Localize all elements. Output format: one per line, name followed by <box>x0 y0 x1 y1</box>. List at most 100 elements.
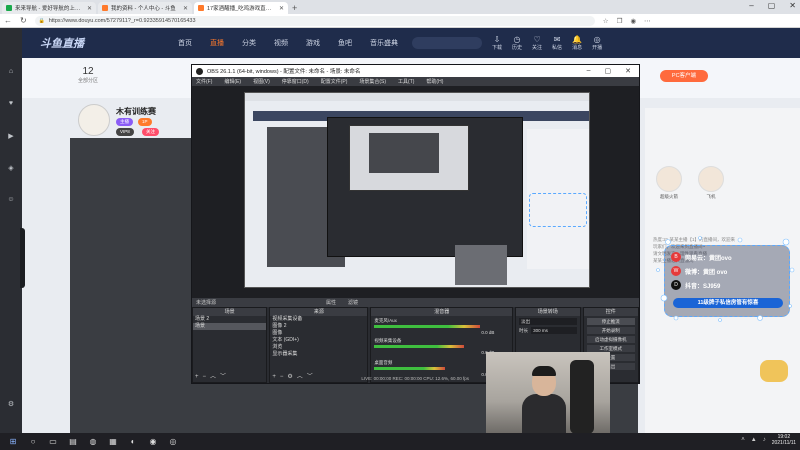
follow-icon[interactable]: ♡ 关注 <box>532 35 542 51</box>
close-tab-icon[interactable]: ✕ <box>279 5 284 12</box>
nav-item[interactable]: 首页 <box>178 38 192 48</box>
task-view-icon[interactable]: ▭ <box>46 436 60 448</box>
browser-tab-1[interactable]: 来来导航 - 爱好导航的上网导航 ✕ <box>2 2 96 14</box>
search-icon[interactable]: ○ <box>26 436 40 448</box>
menu-docks[interactable]: 停靠窗口(D) <box>282 78 309 85</box>
start-recording-button[interactable]: 开始录制 <box>586 327 635 334</box>
menu-file[interactable]: 文件(F) <box>196 78 212 85</box>
filters-button[interactable]: 滤镜 <box>348 299 358 306</box>
windows-start-icon[interactable]: ⊞ <box>6 436 20 448</box>
menu-help[interactable]: 帮助(H) <box>426 78 443 85</box>
rail-game-icon[interactable]: ◈ <box>3 164 19 172</box>
menu-profile[interactable]: 配置文件(P) <box>321 78 348 85</box>
minimize-icon[interactable]: – <box>749 1 753 10</box>
obs-menubar: 文件(F) 编辑(E) 视图(V) 停靠窗口(D) 配置文件(P) 场景集合(S… <box>192 77 639 86</box>
close-window-icon[interactable]: ✕ <box>625 67 631 75</box>
scene-item[interactable]: 场景 <box>193 323 267 330</box>
back-icon[interactable]: ← <box>4 16 12 25</box>
message-icon[interactable]: ✉ 私信 <box>552 35 562 51</box>
maximize-icon[interactable]: ▢ <box>768 1 776 10</box>
pc-client-button[interactable]: PC客户端 <box>660 70 708 82</box>
mixer-meter <box>374 325 481 328</box>
browser-tab-2[interactable]: 我的资料 - 个人中心 - 斗鱼 ✕ <box>98 2 192 14</box>
nav-item[interactable]: 直播 <box>210 38 224 48</box>
source-item[interactable]: 视频采集设备 <box>270 316 367 323</box>
rail-fans-icon[interactable]: ☺ <box>3 196 19 203</box>
url-field[interactable]: https://www.douyu.com/5727911?_r=0.92335… <box>34 15 595 26</box>
menu-edit[interactable]: 编辑(E) <box>224 78 241 85</box>
app-icon[interactable]: ▦ <box>106 436 120 448</box>
close-tab-icon[interactable]: ✕ <box>87 5 92 12</box>
rail-settings-icon[interactable]: ⚙ <box>3 400 19 408</box>
app-icon[interactable]: ◎ <box>166 436 180 448</box>
tab-title: 17家酒醒播_吃鸡游戏直播_斗鱼 <box>207 6 276 12</box>
source-item[interactable]: 图像 <box>270 330 367 337</box>
collections-icon[interactable]: ❐ <box>617 17 623 25</box>
menu-scene-collection[interactable]: 场景集合(S) <box>359 78 386 85</box>
source-item[interactable]: 文本 (GDI+) <box>270 337 367 344</box>
close-tab-icon[interactable]: ✕ <box>183 5 188 12</box>
duration-label: 时长 <box>519 327 529 333</box>
network-icon[interactable]: ▲ <box>751 437 757 443</box>
rail-video-icon[interactable]: ▶ <box>3 132 19 140</box>
tab-title: 来来导航 - 爱好导航的上网导航 <box>15 6 84 12</box>
tray-arrow-icon[interactable]: ˄ <box>741 437 745 443</box>
rail-collapse-handle[interactable] <box>20 228 25 288</box>
steam-icon[interactable]: ◍ <box>86 436 100 448</box>
obs-icon[interactable]: ◉ <box>146 436 160 448</box>
rank-box[interactable]: 12 全部分区 <box>78 66 98 84</box>
menu-tools[interactable]: 工具(T) <box>398 78 414 85</box>
profile-icon[interactable]: ◉ <box>630 17 636 25</box>
notice-icon[interactable]: 🔔 消息 <box>572 35 582 51</box>
preview-capture <box>244 92 590 288</box>
virtual-camera-button[interactable]: 启动虚拟摄像机 <box>586 336 635 343</box>
transition-select[interactable]: 淡出 <box>519 318 577 325</box>
no-source-label: 未选择源 <box>196 300 217 306</box>
studio-mode-button[interactable]: 工作室模式 <box>586 345 635 352</box>
volume-icon[interactable]: ♪ <box>763 437 766 443</box>
site-header: 斗鱼直播 首页 直播 分类 视频 游戏 鱼吧 音乐盛典 ⇩ 下载 ◷ 历史 ♡ 关注 … <box>22 28 800 58</box>
obs-window-controls: – ▢ ✕ <box>587 67 639 75</box>
reload-icon[interactable]: ↻ <box>20 16 27 25</box>
rail-home-icon[interactable]: ⌂ <box>3 68 19 75</box>
dock-title: 来源 <box>270 308 368 316</box>
menu-icon[interactable]: ⋯ <box>644 17 651 25</box>
broadcast-icon[interactable]: ◎ 开播 <box>592 35 602 51</box>
nav-item[interactable]: 游戏 <box>306 38 320 48</box>
site-search-input[interactable] <box>412 37 482 49</box>
edge-icon[interactable]: ◐ <box>126 436 140 448</box>
properties-button[interactable]: 属性 <box>326 299 336 306</box>
host-avatar[interactable] <box>78 104 110 136</box>
nav-item[interactable]: 音乐盛典 <box>370 38 398 48</box>
gift-item[interactable]: 超级火箭 <box>655 166 683 200</box>
maximize-icon[interactable]: ▢ <box>605 67 612 75</box>
source-item[interactable]: 图像 2 <box>270 323 367 330</box>
nav-item[interactable]: 视频 <box>274 38 288 48</box>
follow-button[interactable]: 关注 <box>142 128 159 136</box>
minimize-icon[interactable]: – <box>587 67 591 75</box>
rail-follow-icon[interactable]: ♥ <box>3 100 19 107</box>
download-icon[interactable]: ⇩ 下载 <box>492 35 502 51</box>
source-item[interactable]: 浏览 <box>270 344 367 351</box>
nav-item[interactable]: 分类 <box>242 38 256 48</box>
new-tab-icon[interactable]: + <box>292 2 297 14</box>
source-item[interactable]: 显示器采集 <box>270 351 367 358</box>
mixer-meter <box>374 367 446 370</box>
star-icon[interactable]: ☆ <box>603 17 609 25</box>
streamer-body <box>522 394 566 434</box>
host-badge: 1P <box>138 118 152 126</box>
close-window-icon[interactable]: ✕ <box>789 1 796 10</box>
nav-item[interactable]: 鱼吧 <box>338 38 352 48</box>
obs-preview[interactable] <box>192 86 639 298</box>
clock[interactable]: 19:02 2021/11/11 <box>772 434 796 446</box>
menu-view[interactable]: 视图(V) <box>253 78 270 85</box>
obs-titlebar: OBS 26.1.1 (64-bit, windows) - 配置文件: 未命名… <box>192 65 639 77</box>
browser-tab-3[interactable]: 17家酒醒播_吃鸡游戏直播_斗鱼 ✕ <box>194 2 288 14</box>
gift-item[interactable]: 飞机 <box>697 166 725 200</box>
history-icon[interactable]: ◷ 历史 <box>512 35 522 51</box>
duration-input[interactable]: 300 ms <box>531 327 577 334</box>
site-logo[interactable]: 斗鱼直播 <box>40 35 160 51</box>
scene-item[interactable]: 场景 2 <box>193 316 266 323</box>
stop-streaming-button[interactable]: 停止推流 <box>586 318 635 325</box>
files-icon[interactable]: ▤ <box>66 436 80 448</box>
